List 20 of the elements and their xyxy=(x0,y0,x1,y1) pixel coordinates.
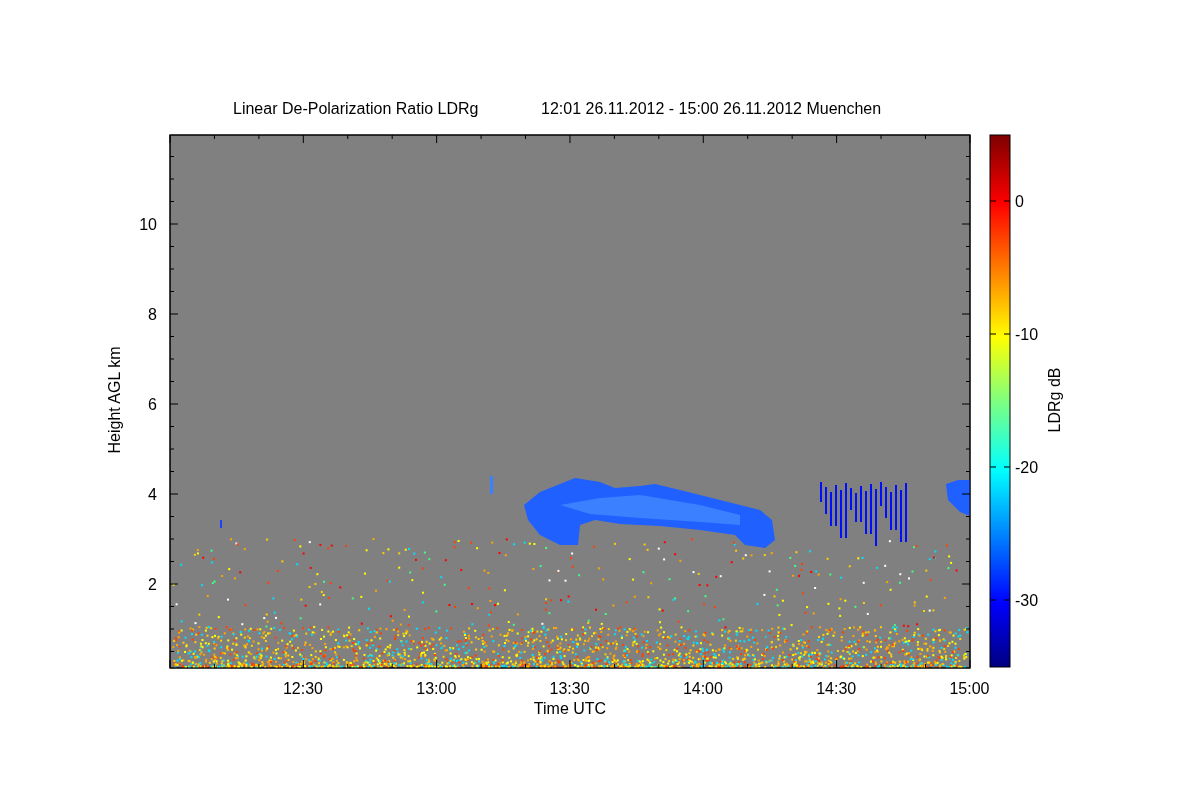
chart-period: 12:01 26.11.2012 - 15:00 26.11.2012 Muenchen xyxy=(541,100,882,117)
y-tick-label: 4 xyxy=(148,486,157,503)
x-tick-label: 13:00 xyxy=(416,680,457,697)
y-axis-label: Height AGL km xyxy=(106,346,123,454)
colorbar-tick-label: 0 xyxy=(1015,193,1024,210)
colorbar-tick-label: -20 xyxy=(1015,459,1039,476)
colorbar-tick-label: -10 xyxy=(1015,326,1039,343)
x-tick-label: 12:30 xyxy=(283,680,323,697)
x-tick-label: 13:30 xyxy=(549,680,590,697)
x-axis-label: Time UTC xyxy=(533,700,607,717)
chart-title: Linear De-Polarization Ratio LDRg xyxy=(233,100,479,117)
x-tick-label: 14:30 xyxy=(816,680,857,697)
y-tick-label: 8 xyxy=(148,306,157,323)
y-tick-label: 10 xyxy=(139,216,157,233)
colorbar-label: LDRg dB xyxy=(1046,367,1063,433)
colorbar-tick-label: -30 xyxy=(1015,592,1039,609)
x-tick-label: 14:00 xyxy=(682,680,723,697)
y-tick-label: 6 xyxy=(148,396,157,413)
y-tick-label: 2 xyxy=(148,576,157,593)
x-tick-label: 15:00 xyxy=(949,680,990,697)
